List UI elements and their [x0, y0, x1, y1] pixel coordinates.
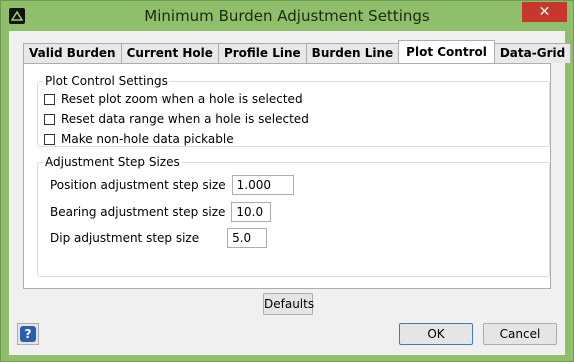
tab-profile-line[interactable]: Profile Line	[217, 43, 307, 63]
position-step-input[interactable]: 1.000	[231, 175, 294, 195]
window-title: Minimum Burden Adjustment Settings	[144, 7, 430, 25]
bearing-step-row: Bearing adjustment step size 10.0	[50, 202, 272, 222]
dip-step-row: Dip adjustment step size 5.0	[50, 228, 268, 248]
dialog-body: Valid Burden Current Hole Profile Line B…	[9, 31, 572, 355]
checkbox-row-reset-zoom[interactable]: Reset plot zoom when a hole is selected	[44, 92, 303, 106]
tab-strip: Valid Burden Current Hole Profile Line B…	[23, 40, 572, 63]
non-hole-pickable-label: Make non-hole data pickable	[61, 132, 234, 146]
cancel-button[interactable]: Cancel	[483, 323, 557, 345]
tab-valid-burden[interactable]: Valid Burden	[23, 43, 122, 63]
title-bar[interactable]: Minimum Burden Adjustment Settings ✕	[1, 1, 573, 31]
tab-plot-control[interactable]: Plot Control	[398, 40, 495, 63]
dip-step-label: Dip adjustment step size	[50, 231, 200, 245]
position-step-label: Position adjustment step size	[50, 178, 226, 192]
checkbox-row-non-hole-pickable[interactable]: Make non-hole data pickable	[44, 132, 234, 146]
bearing-step-input[interactable]: 10.0	[231, 202, 272, 222]
help-icon: ?	[20, 326, 36, 342]
bearing-step-label: Bearing adjustment step size	[50, 205, 226, 219]
tab-burden-line[interactable]: Burden Line	[305, 43, 400, 63]
reset-range-checkbox[interactable]	[44, 113, 55, 125]
plot-control-settings-title: Plot Control Settings	[43, 74, 170, 88]
help-button[interactable]: ?	[17, 323, 39, 345]
reset-zoom-label: Reset plot zoom when a hole is selected	[61, 92, 303, 106]
reset-range-label: Reset data range when a hole is selected	[61, 112, 309, 126]
tab-data-grid[interactable]: Data-Grid	[493, 43, 572, 63]
dialog-window: Minimum Burden Adjustment Settings ✕ Val…	[0, 0, 574, 362]
defaults-button[interactable]: Defaults	[263, 293, 314, 315]
ok-button[interactable]: OK	[399, 323, 473, 345]
reset-zoom-checkbox[interactable]	[44, 93, 55, 105]
dip-step-input[interactable]: 5.0	[227, 228, 268, 248]
tab-current-hole[interactable]: Current Hole	[120, 43, 219, 63]
adjustment-step-sizes-group: Adjustment Step Sizes Position adjustmen…	[37, 155, 550, 277]
plot-control-settings-group: Plot Control Settings Reset plot zoom wh…	[37, 74, 550, 147]
checkbox-row-reset-range[interactable]: Reset data range when a hole is selected	[44, 112, 309, 126]
adjustment-step-sizes-title: Adjustment Step Sizes	[43, 155, 182, 169]
tab-panel-plot-control: Plot Control Settings Reset plot zoom wh…	[23, 63, 551, 289]
non-hole-pickable-checkbox[interactable]	[44, 133, 55, 145]
close-button[interactable]: ✕	[522, 2, 567, 22]
position-step-row: Position adjustment step size 1.000	[50, 175, 294, 195]
